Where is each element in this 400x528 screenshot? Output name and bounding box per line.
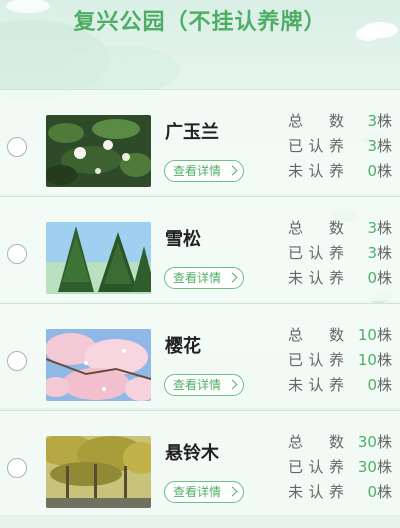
- stat-label-adopted: 已认养: [288, 458, 344, 476]
- tree-name: 雪松: [165, 229, 201, 250]
- stat-value-total: 3株: [367, 219, 392, 237]
- view-details-button[interactable]: 查看详情: [164, 374, 245, 396]
- stat-value-adopted: 3株: [367, 137, 392, 155]
- select-radio[interactable]: [7, 137, 27, 157]
- stat-value-total: 30株: [357, 433, 392, 451]
- stat-label-unadopted: 未认养: [288, 483, 344, 501]
- magnolia-photo: [46, 115, 151, 187]
- tree-card: 樱花 查看详情 总 数 10株 已认养 10株 未认养 0株: [0, 303, 400, 408]
- chevron-right-icon: [227, 165, 238, 176]
- stat-value-adopted: 3株: [367, 244, 392, 262]
- stat-value-adopted: 10株: [357, 351, 392, 369]
- view-details-button[interactable]: 查看详情: [164, 481, 245, 503]
- stat-label-total: 总 数: [288, 219, 344, 237]
- stat-value-unadopted: 0株: [367, 269, 392, 287]
- stat-label-unadopted: 未认养: [288, 269, 344, 287]
- chevron-right-icon: [227, 486, 238, 497]
- tree-card: 雪松 查看详情 总 数 3株 已认养 3株 未认养 0株: [0, 196, 400, 301]
- tree-card: 悬铃木 查看详情 总 数 30株 已认养 30株 未认养 0株: [0, 410, 400, 515]
- plane-tree-photo: [46, 436, 151, 508]
- tree-name: 广玉兰: [165, 122, 219, 143]
- select-radio[interactable]: [7, 244, 27, 264]
- select-radio[interactable]: [7, 458, 27, 478]
- stat-label-unadopted: 未认养: [288, 162, 344, 180]
- stat-label-total: 总 数: [288, 326, 344, 344]
- select-radio[interactable]: [7, 351, 27, 371]
- view-details-button[interactable]: 查看详情: [164, 267, 245, 289]
- tree-name: 樱花: [165, 336, 201, 357]
- stat-value-unadopted: 0株: [367, 162, 392, 180]
- stat-label-unadopted: 未认养: [288, 376, 344, 394]
- view-details-label: 查看详情: [173, 271, 222, 285]
- stat-label-adopted: 已认养: [288, 137, 344, 155]
- stat-value-adopted: 30株: [357, 458, 392, 476]
- stat-label-total: 总 数: [288, 112, 344, 130]
- stat-label-adopted: 已认养: [288, 244, 344, 262]
- view-details-label: 查看详情: [173, 378, 222, 392]
- stat-value-total: 10株: [357, 326, 392, 344]
- view-details-label: 查看详情: [173, 485, 222, 499]
- tree-name: 悬铃木: [165, 443, 219, 464]
- chevron-right-icon: [227, 379, 238, 390]
- tree-card: 广玉兰 查看详情 总 数 3株 已认养 3株 未认养 0株: [0, 89, 400, 194]
- stat-value-unadopted: 0株: [367, 376, 392, 394]
- cherry-blossom-photo: [46, 329, 151, 401]
- view-details-button[interactable]: 查看详情: [164, 160, 245, 182]
- view-details-label: 查看详情: [173, 164, 222, 178]
- chevron-right-icon: [227, 272, 238, 283]
- stat-label-total: 总 数: [288, 433, 344, 451]
- stat-value-unadopted: 0株: [367, 483, 392, 501]
- stat-value-total: 3株: [367, 112, 392, 130]
- cedar-photo: [46, 222, 151, 294]
- stat-label-adopted: 已认养: [288, 351, 344, 369]
- page-title: 复兴公园（不挂认养牌）: [73, 10, 327, 35]
